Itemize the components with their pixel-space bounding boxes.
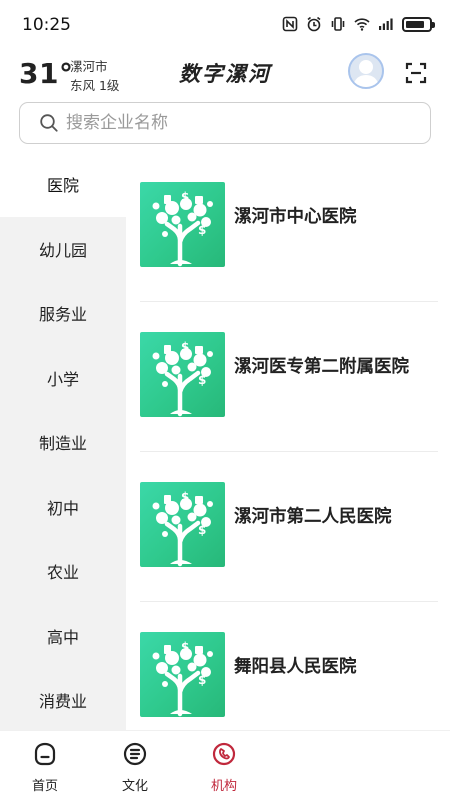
svg-text:$: $ <box>181 340 189 354</box>
category-sidebar: 医院 幼儿园 服务业 小学 制造业 初中 农业 高中 消费业 <box>0 152 126 730</box>
status-bar: 10:25 <box>0 0 450 48</box>
svg-text:$: $ <box>198 673 206 687</box>
svg-text:$: $ <box>198 373 206 387</box>
institution-thumbnail: $ $ <box>140 632 225 717</box>
category-item-consumer[interactable]: 消费业 <box>0 668 126 733</box>
svg-text:$: $ <box>198 523 206 537</box>
money-tree-icon: $$ <box>152 640 213 717</box>
category-item-kindergarten[interactable]: 幼儿园 <box>0 217 126 282</box>
tab-culture[interactable]: 文化 <box>105 739 165 795</box>
institution-thumbnail: $ $ <box>140 332 225 417</box>
scan-icon[interactable] <box>404 61 428 85</box>
category-item-service[interactable]: 服务业 <box>0 281 126 346</box>
wifi-icon <box>354 18 370 31</box>
money-tree-icon: $$ <box>152 340 213 417</box>
svg-text:$: $ <box>181 640 189 654</box>
institution-list: $ $ 漯河市中心医院 $ $ 漯河医专第二附属医院 $ $ 漯河市第二人民医院 $ $… <box>126 152 450 730</box>
institution-thumbnail: $ $ <box>140 482 225 567</box>
nfc-icon <box>282 16 298 32</box>
svg-text:$: $ <box>198 223 206 237</box>
category-item-agriculture[interactable]: 农业 <box>0 539 126 604</box>
institution-name: 漯河市中心医院 <box>234 207 357 227</box>
tab-home[interactable]: 首页 <box>15 739 75 795</box>
category-item-junior-high[interactable]: 初中 <box>0 475 126 540</box>
vibrate-icon <box>331 17 345 31</box>
list-item[interactable]: $ $ 漯河医专第二附属医院 <box>138 302 438 452</box>
category-label: 消费业 <box>38 692 87 712</box>
bottom-tab-bar: 首页 文化 机构 <box>0 730 450 800</box>
category-item-hospital[interactable]: 医院 <box>0 152 126 217</box>
category-item-primary-school[interactable]: 小学 <box>0 346 126 411</box>
category-label: 初中 <box>46 498 79 518</box>
category-label: 服务业 <box>38 305 87 325</box>
user-avatar-icon <box>353 60 379 87</box>
search-input[interactable] <box>66 113 406 133</box>
svg-text:$: $ <box>181 190 189 204</box>
culture-icon <box>123 742 147 766</box>
tab-label: 首页 <box>31 779 58 794</box>
category-label: 小学 <box>46 369 79 389</box>
search-icon <box>40 114 58 132</box>
category-item-senior-high[interactable]: 高中 <box>0 604 126 669</box>
category-label: 制造业 <box>38 434 87 454</box>
user-avatar[interactable] <box>348 53 384 89</box>
alarm-icon <box>307 16 321 32</box>
category-label: 医院 <box>46 176 79 196</box>
app-screen: 10:25 31° 漯河市 东风 1级 数字漯河 搜索企业名称 医院 幼儿园 服… <box>0 0 450 800</box>
list-item[interactable]: $ $ 漯河市中心医院 <box>138 152 438 302</box>
tab-label: 文化 <box>121 779 148 794</box>
institution-icon <box>212 742 236 766</box>
institution-name: 舞阳县人民医院 <box>234 657 357 677</box>
category-label: 高中 <box>46 627 79 647</box>
tab-label: 机构 <box>210 779 237 794</box>
signal-icon <box>379 18 393 30</box>
tab-institution[interactable]: 机构 <box>194 739 254 795</box>
app-header: 31° 漯河市 东风 1级 数字漯河 <box>0 48 450 100</box>
svg-text:$: $ <box>181 490 189 504</box>
search-bar[interactable] <box>19 102 431 144</box>
institution-thumbnail: $ $ <box>140 182 225 267</box>
battery-icon <box>402 16 435 32</box>
category-label: 农业 <box>46 563 79 583</box>
money-tree-icon: $$ <box>152 190 213 267</box>
home-icon <box>34 742 56 766</box>
list-item[interactable]: $ $ 漯河市第二人民医院 <box>138 452 438 602</box>
institution-name: 漯河市第二人民医院 <box>234 507 392 527</box>
category-item-manufacturing[interactable]: 制造业 <box>0 410 126 475</box>
money-tree-icon: $$ <box>152 490 213 567</box>
status-icons <box>282 16 435 32</box>
category-label: 幼儿园 <box>38 240 87 260</box>
institution-name: 漯河医专第二附属医院 <box>234 357 409 377</box>
status-time: 10:25 <box>22 15 71 35</box>
